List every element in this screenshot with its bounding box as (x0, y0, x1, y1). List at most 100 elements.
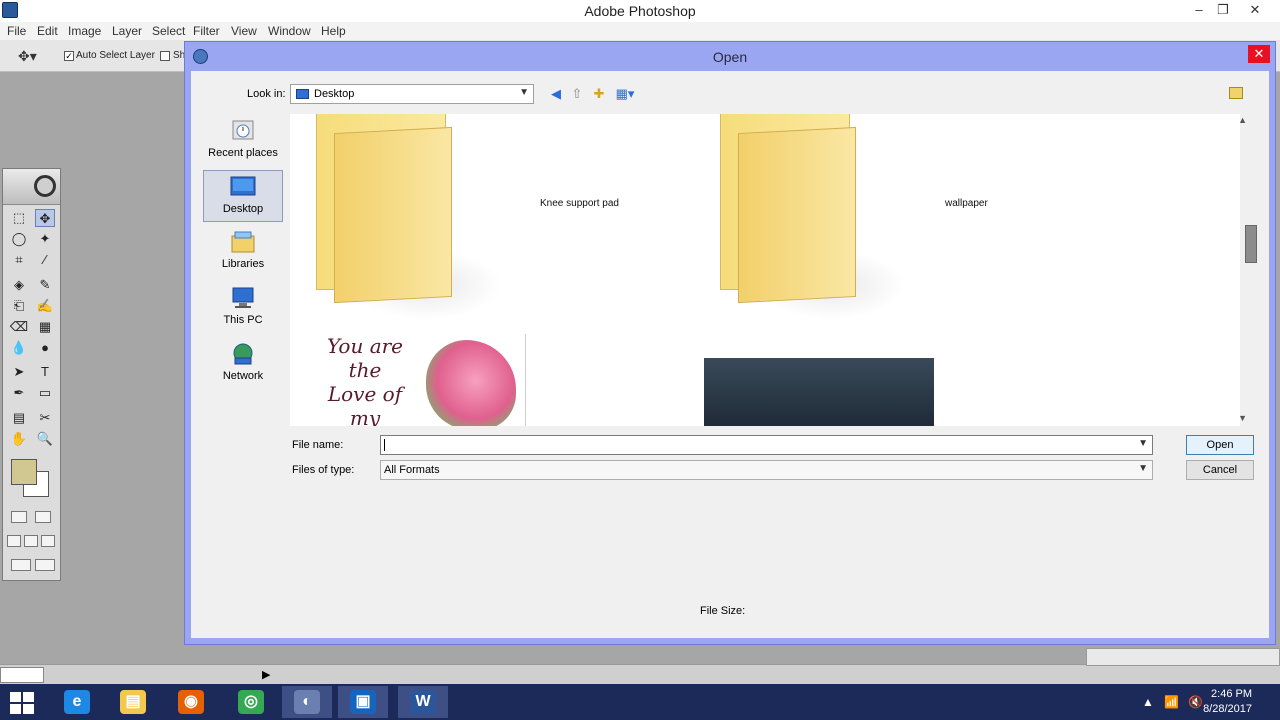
foreground-color-swatch[interactable] (11, 459, 37, 485)
menu-filter[interactable]: Filter (193, 24, 220, 38)
menu-edit[interactable]: Edit (37, 24, 58, 38)
show-bounding-checkbox[interactable] (160, 51, 170, 61)
place-desktop[interactable]: Desktop (203, 170, 283, 222)
shape-tool-icon[interactable]: ▭ (35, 384, 55, 402)
dodge-tool-icon[interactable]: ● (35, 339, 55, 357)
hand-tool-icon[interactable]: ✋ (9, 430, 29, 448)
files-of-type-dropdown[interactable]: All Formats ▼ (380, 460, 1153, 480)
dialog-body: Look in: Desktop ▼ ◀ ⇧ ✚ ▦▾ Recent place… (191, 71, 1269, 638)
file-label[interactable]: Knee support pad (540, 198, 619, 209)
menu-image[interactable]: Image (68, 24, 101, 38)
taskbar-word[interactable]: W (398, 686, 448, 718)
play-arrow-icon[interactable]: ▶ (262, 668, 270, 681)
lasso-tool-icon[interactable]: ◯ (9, 230, 29, 248)
zoom-tool-icon[interactable]: 🔍 (35, 430, 55, 448)
notes-tool-icon[interactable]: ▤ (9, 409, 29, 427)
zoom-field[interactable] (0, 667, 44, 683)
place-recent-places[interactable]: Recent places (203, 115, 283, 167)
palette-well[interactable] (1086, 648, 1280, 666)
quick-mask-button[interactable] (35, 511, 51, 523)
start-button-icon[interactable] (10, 692, 36, 714)
volume-muted-icon[interactable]: 🔇 (1188, 695, 1203, 709)
system-clock[interactable]: 2:46 PM 8/28/2017 (1203, 687, 1252, 717)
place-network[interactable]: Network (203, 338, 283, 390)
image-thumbnail-rose[interactable]: You are the Love of my (316, 334, 526, 426)
image-thumbnail-photo[interactable] (704, 358, 934, 426)
app-title: Adobe Photoshop (584, 3, 696, 19)
file-label[interactable]: wallpaper (945, 198, 988, 209)
auto-select-label: Auto Select Layer (76, 50, 155, 61)
taskbar-photoshop-alt[interactable]: ▣ (338, 686, 388, 718)
file-size-label: File Size: (700, 605, 746, 617)
place-label: Recent places (208, 147, 278, 159)
eraser-tool-icon[interactable]: ⌫ (9, 318, 29, 336)
path-selection-tool-icon[interactable]: ➤ (9, 363, 29, 381)
jump-to-button[interactable] (35, 559, 55, 571)
new-folder-icon[interactable]: ✚ (591, 86, 607, 102)
file-name-label: File name: (292, 439, 344, 451)
cancel-button[interactable]: Cancel (1186, 460, 1254, 480)
place-this-pc[interactable]: This PC (203, 282, 283, 334)
menu-layer[interactable]: Layer (112, 24, 142, 38)
dialog-title: Open (712, 49, 748, 65)
chevron-down-icon[interactable]: ▼ (1138, 438, 1148, 449)
thumbnail-text: You are the Love of my (326, 334, 404, 426)
tools-palette-header[interactable] (3, 169, 60, 205)
clone-stamp-tool-icon[interactable]: ⎗ (9, 297, 29, 315)
files-of-type-label: Files of type: (292, 464, 355, 476)
blur-tool-icon[interactable]: 💧 (9, 339, 29, 357)
crop-tool-icon[interactable]: ⌗ (9, 251, 29, 269)
eyedropper-tool-icon[interactable]: ✂ (35, 409, 55, 427)
network-status-icon[interactable]: 📶 (1164, 695, 1179, 709)
file-name-input[interactable]: ▼ (380, 435, 1153, 455)
taskbar-photoshop[interactable]: ◐ (282, 686, 332, 718)
libraries-icon (231, 231, 255, 253)
slice-tool-icon[interactable]: ∕ (35, 251, 55, 269)
scrollbar-thumb[interactable] (1245, 225, 1257, 263)
gradient-tool-icon[interactable]: ▦ (35, 318, 55, 336)
up-folder-icon[interactable]: ⇧ (569, 86, 585, 102)
place-libraries[interactable]: Libraries (203, 226, 283, 278)
menu-select[interactable]: Select (152, 24, 185, 38)
folder-icon (738, 126, 856, 304)
move-tool-preset[interactable]: ✥▾ (18, 48, 37, 65)
look-in-dropdown[interactable]: Desktop ▼ (290, 84, 534, 104)
restore-button[interactable]: ❐ (1208, 0, 1238, 22)
dialog-close-button[interactable]: ✕ (1248, 45, 1270, 63)
move-tool-icon[interactable]: ✥ (35, 209, 55, 227)
screen-mode-2-button[interactable] (24, 535, 38, 547)
magic-wand-tool-icon[interactable]: ✦ (35, 230, 55, 248)
favorites-folder-icon[interactable] (1229, 87, 1243, 99)
menu-view[interactable]: View (231, 24, 257, 38)
scroll-down-arrow-icon[interactable]: ▼ (1238, 413, 1247, 423)
pen-tool-icon[interactable]: ✒ (9, 384, 29, 402)
tray-expand-icon[interactable]: ▲ (1142, 695, 1154, 709)
close-app-button[interactable]: ✕ (1240, 0, 1270, 22)
file-list[interactable]: Knee support pad wallpaper You are the L… (290, 114, 1240, 426)
taskbar-firefox[interactable]: ◉ (166, 686, 216, 718)
dialog-titlebar[interactable]: Open ✕ (185, 42, 1275, 70)
menu-file[interactable]: File (7, 24, 26, 38)
taskbar-file-explorer[interactable]: ▤ (108, 686, 158, 718)
healing-brush-tool-icon[interactable]: ◈ (9, 276, 29, 294)
marquee-tool-icon[interactable]: ⬚ (9, 209, 29, 227)
screen-mode-3-button[interactable] (41, 535, 55, 547)
auto-select-checkbox[interactable]: ✓ (64, 51, 74, 61)
brush-tool-icon[interactable]: ✎ (35, 276, 55, 294)
screen-mode-1-button[interactable] (7, 535, 21, 547)
folder-knee-support-pad[interactable] (312, 114, 502, 320)
back-icon[interactable]: ◀ (548, 86, 564, 102)
standard-mode-button[interactable] (11, 511, 27, 523)
recent-places-icon (232, 120, 254, 140)
menu-help[interactable]: Help (321, 24, 346, 38)
scroll-up-arrow-icon[interactable]: ▲ (1238, 115, 1247, 125)
history-brush-tool-icon[interactable]: ✍ (35, 297, 55, 315)
imageready-button[interactable] (11, 559, 31, 571)
folder-wallpaper[interactable] (716, 114, 906, 320)
type-tool-icon[interactable]: T (35, 363, 55, 381)
taskbar-internet-explorer[interactable]: e (52, 686, 102, 718)
open-button[interactable]: Open (1186, 435, 1254, 455)
menu-window[interactable]: Window (268, 24, 311, 38)
view-menu-icon[interactable]: ▦▾ (613, 86, 637, 102)
taskbar-chrome[interactable]: ◎ (226, 686, 276, 718)
